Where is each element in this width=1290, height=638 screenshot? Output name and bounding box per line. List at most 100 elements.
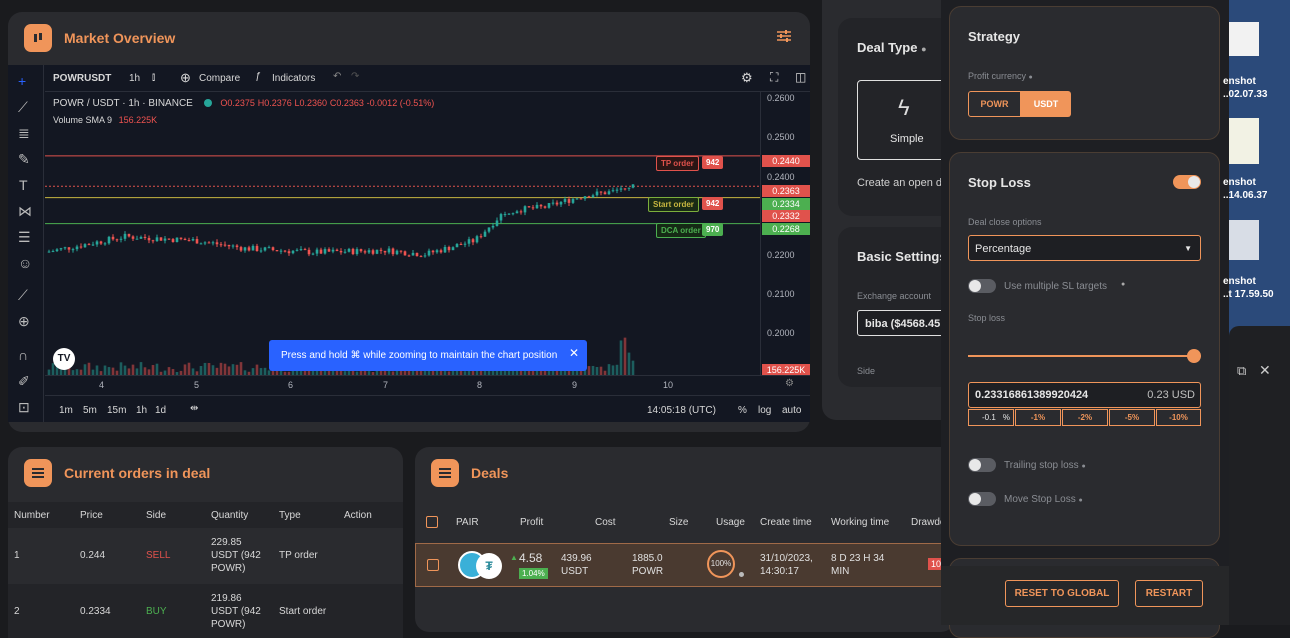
candle-body [451, 247, 455, 251]
stop-loss-input[interactable]: 0.23316861389920424 0.23 USD [968, 382, 1201, 408]
pct-input[interactable]: -0.1 % [968, 409, 1014, 426]
utc-time[interactable]: 14:05:18 (UTC) [647, 405, 716, 416]
gear-icon[interactable]: ⚙ [741, 70, 753, 86]
move-sl-toggle[interactable] [968, 492, 996, 506]
redo-icon[interactable]: ↷ [351, 71, 359, 82]
deal-type-title-text: Deal Type [857, 40, 918, 55]
restart-button[interactable]: RESTART [1135, 580, 1203, 607]
range-1h[interactable]: 1h [136, 405, 147, 416]
brush-icon[interactable]: ✎ [18, 151, 30, 168]
lock-icon[interactable]: ⊡ [18, 399, 30, 416]
screenshot-thumbnail[interactable] [1229, 118, 1259, 164]
ruler-icon[interactable]: ⟋ [18, 287, 28, 304]
compare-plus-icon[interactable]: ⊕ [180, 70, 191, 86]
quick-pct-5[interactable]: -5% [1109, 409, 1155, 426]
symbol-button[interactable]: POWRUSDT [53, 73, 111, 84]
close-icon[interactable]: ✕ [1259, 362, 1271, 379]
quick-pct-2[interactable]: -2% [1062, 409, 1108, 426]
emoji-icon[interactable]: ☺ [18, 255, 32, 271]
desktop-background: enshot ..02.07.33 enshot ..14.06.37 ensh… [1223, 0, 1290, 625]
table-row[interactable]: 2 0.2334 BUY 219.86 USDT (942 POWR) Star… [8, 584, 403, 638]
reset-to-global-button[interactable]: RESET TO GLOBAL [1005, 580, 1119, 607]
price-axis[interactable]: 0.2600 0.2500 0.2400 0.2200 0.2100 0.200… [760, 92, 810, 376]
axis-settings-icon[interactable]: ⚙ [785, 378, 794, 389]
candle-body [95, 241, 99, 245]
multi-sl-toggle[interactable] [968, 279, 996, 293]
candle-type-icon[interactable]: ⫾ [152, 72, 155, 83]
info-icon[interactable]: ● [1121, 281, 1125, 288]
settings-sliders-icon[interactable] [776, 28, 792, 44]
interval-button[interactable]: 1h [129, 73, 140, 84]
indicators-fx-icon[interactable]: ƒ [255, 71, 261, 82]
fullscreen-icon[interactable]: ⛶ [770, 70, 778, 85]
crosshair-icon[interactable]: + [18, 73, 26, 89]
deal-checkbox[interactable] [427, 559, 439, 571]
col-pair[interactable]: PAIR [456, 517, 479, 528]
col-size[interactable]: Size [669, 517, 688, 528]
col-usage[interactable]: Usage [716, 517, 745, 528]
candle-body [575, 198, 579, 200]
camera-icon[interactable]: ◫ [795, 70, 806, 84]
range-15m[interactable]: 15m [107, 405, 126, 416]
pattern-icon[interactable]: ⋈ [18, 203, 32, 220]
date-range-icon[interactable]: ⇹ [190, 403, 198, 414]
range-1d[interactable]: 1d [155, 405, 166, 416]
trailing-toggle[interactable] [968, 458, 996, 472]
range-5m[interactable]: 5m [83, 405, 97, 416]
fib-lines-icon[interactable]: ≣ [18, 125, 30, 142]
text-tool-icon[interactable]: T [19, 177, 28, 193]
log-toggle[interactable]: log [758, 405, 771, 416]
price-plot[interactable] [45, 92, 760, 375]
auto-toggle[interactable]: auto [782, 405, 801, 416]
close-options-select[interactable]: Percentage ▼ [968, 235, 1201, 261]
col-cost[interactable]: Cost [595, 517, 616, 528]
stop-loss-toggle[interactable] [1173, 175, 1201, 189]
candle-body [123, 233, 127, 239]
info-icon[interactable]: ● [921, 44, 926, 54]
percent-toggle[interactable]: % [738, 405, 747, 416]
trendline-icon[interactable]: ⟋ [18, 99, 28, 116]
candle-body [299, 249, 303, 251]
col-working-time[interactable]: Working time [831, 517, 889, 528]
compare-button[interactable]: Compare [199, 73, 240, 84]
quick-pct-10[interactable]: -10% [1156, 409, 1201, 426]
quick-pct-1[interactable]: -1% [1015, 409, 1061, 426]
candle-body [511, 213, 515, 215]
currency-option-powr[interactable]: POWR [968, 91, 1021, 117]
select-all-checkbox[interactable] [426, 516, 438, 528]
lock-draw-icon[interactable]: ✐ [18, 373, 30, 390]
stop-loss-slider-thumb[interactable] [1187, 349, 1201, 363]
candle-body [411, 252, 415, 256]
time-axis[interactable]: 4 5 6 7 8 9 10 ⚙ [45, 375, 810, 395]
info-icon[interactable]: ● [1029, 74, 1033, 81]
col-side: Side [146, 510, 167, 521]
col-profit[interactable]: Profit [520, 517, 543, 528]
info-icon[interactable]: ● [1079, 497, 1083, 504]
col-create-time[interactable]: Create time [760, 517, 812, 528]
zoom-icon[interactable]: ⊕ [18, 313, 30, 330]
currency-option-usdt[interactable]: USDT [1021, 91, 1071, 117]
info-icon[interactable]: ● [1081, 463, 1085, 470]
chart-widget[interactable]: + ⟋ ≣ ✎ T ⋈ ☰ ☺ ⟋ ⊕ ∩ ✐ ⊡ POWRUSDT 1h ⫾ … [8, 65, 810, 422]
tradingview-logo[interactable]: TV [53, 348, 75, 370]
magnet-icon[interactable]: ∩ [18, 347, 28, 363]
qty-line: 229.85 [211, 537, 242, 548]
volume-bar [199, 365, 203, 375]
deal-row[interactable]: ₮ ▲ 4.58 1.04% 439.96 USDT 1885.0 POWR 1… [415, 543, 955, 587]
undo-icon[interactable]: ↶ [333, 71, 341, 82]
create-text: Create an open d [857, 177, 943, 189]
screenshot-thumbnail[interactable] [1229, 220, 1259, 260]
x-tick: 7 [383, 380, 389, 390]
screenshot-thumbnail[interactable] [1229, 22, 1259, 56]
y-tick: 0.2500 [767, 132, 795, 142]
range-1m[interactable]: 1m [59, 405, 73, 416]
open-external-icon[interactable]: ⧉ [1237, 363, 1246, 379]
y-tick: 0.2100 [767, 289, 795, 299]
close-icon[interactable]: ✕ [569, 346, 579, 360]
indicators-button[interactable]: Indicators [272, 73, 315, 84]
stop-loss-slider-track[interactable] [968, 355, 1201, 357]
prediction-icon[interactable]: ☰ [18, 229, 31, 246]
candle-body [595, 191, 599, 196]
table-row[interactable]: 1 0.244 SELL 229.85 USDT (942 POWR) TP o… [8, 530, 403, 584]
candle-body [343, 251, 347, 253]
